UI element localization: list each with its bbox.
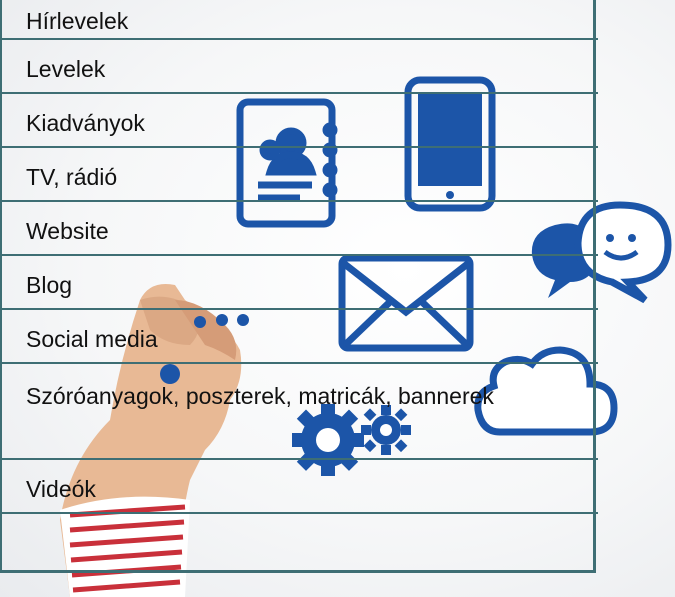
table-row: Hírlevelek [2,0,598,40]
table-row: Website [2,202,598,256]
row-label-publications: Kiadványok [26,110,145,136]
table-row: Social media [2,310,598,364]
scene-background: Hírlevelek Levelek Kiadványok TV, rádió … [0,0,675,597]
row-label-blog: Blog [26,272,73,298]
channel-table: Hírlevelek Levelek Kiadványok TV, rádió … [0,0,598,573]
row-label-social-media: Social media [26,326,158,352]
row-label-print-materials: Szóróanyagok, poszterek, matricák, banne… [26,383,494,409]
table-row: Szóróanyagok, poszterek, matricák, banne… [2,364,598,460]
table-row: Kiadványok [2,94,598,148]
table-row: TV, rádió [2,148,598,202]
row-label-letters: Levelek [26,56,106,82]
table-row: Blog [2,256,598,310]
row-label-tv-radio: TV, rádió [26,164,118,190]
row-label-videos: Videók [26,476,96,502]
table-row: Videók [2,460,598,514]
row-label-newsletters: Hírlevelek [26,8,129,34]
row-label-website: Website [26,218,109,244]
table-row: Levelek [2,40,598,94]
